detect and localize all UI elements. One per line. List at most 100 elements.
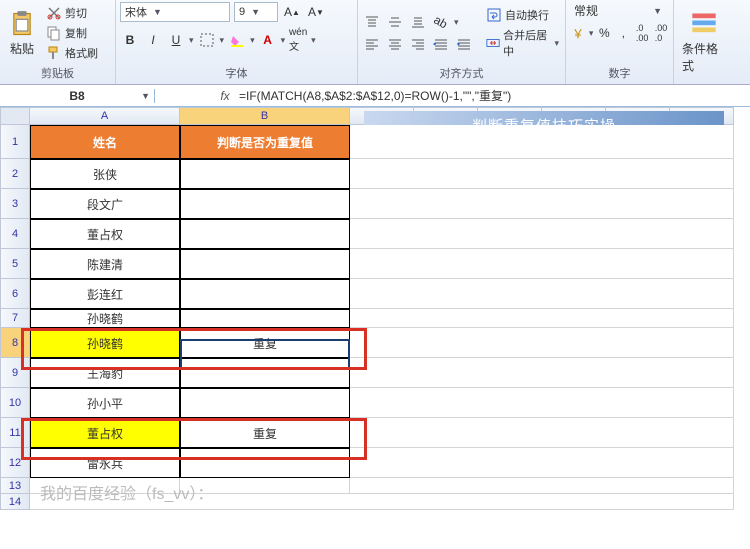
- row-header[interactable]: 5: [0, 249, 30, 279]
- cell[interactable]: [350, 358, 734, 388]
- row-header[interactable]: 14: [0, 494, 30, 510]
- cell-selected[interactable]: 重复: [180, 328, 350, 358]
- cell[interactable]: 彭连红: [30, 279, 180, 309]
- inc-decimal-button[interactable]: .0.00: [634, 23, 650, 43]
- cell[interactable]: 重复: [180, 418, 350, 448]
- cell[interactable]: 孙晓鹤: [30, 328, 180, 358]
- accounting-button[interactable]: ￥: [570, 23, 586, 43]
- align-right-button[interactable]: [408, 34, 428, 54]
- align-group-label: 对齐方式: [362, 64, 561, 82]
- row-header[interactable]: 8: [0, 328, 30, 358]
- bold-button[interactable]: B: [120, 30, 140, 50]
- align-bottom-button[interactable]: [408, 12, 428, 32]
- align-top-button[interactable]: [362, 12, 382, 32]
- format-painter-button[interactable]: 格式刷: [44, 44, 100, 62]
- row-header[interactable]: 2: [0, 159, 30, 189]
- cell[interactable]: [180, 448, 350, 478]
- cell[interactable]: [180, 279, 350, 309]
- row-header[interactable]: 11: [0, 418, 30, 448]
- fill-color-button[interactable]: [227, 30, 247, 50]
- row-header[interactable]: 7: [0, 309, 30, 328]
- cell[interactable]: [180, 358, 350, 388]
- cell[interactable]: [180, 388, 350, 418]
- conditional-format-button[interactable]: 条件格式: [678, 8, 730, 76]
- cell[interactable]: [180, 249, 350, 279]
- cell[interactable]: 雷永兵: [30, 448, 180, 478]
- row-header[interactable]: 1: [0, 125, 30, 159]
- cell[interactable]: [350, 418, 734, 448]
- underline-button[interactable]: U: [166, 30, 186, 50]
- font-group-label: 字体: [120, 64, 353, 82]
- name-box[interactable]: B8▼: [0, 89, 155, 103]
- cell[interactable]: [350, 328, 734, 358]
- cell[interactable]: [350, 309, 734, 328]
- row-header[interactable]: 4: [0, 219, 30, 249]
- select-all-corner[interactable]: [0, 107, 30, 125]
- ribbon: 粘贴 剪切 复制 格式刷 剪贴板 宋体▼ 9▼ A▲ A▼ B I U ▾ ▾: [0, 0, 750, 85]
- cond-format-label: 条件格式: [682, 40, 726, 74]
- cell[interactable]: 孙晓鹤: [30, 309, 180, 328]
- row-header[interactable]: 6: [0, 279, 30, 309]
- header-name[interactable]: 姓名: [30, 125, 180, 159]
- number-format-select[interactable]: 常规▼: [570, 2, 666, 19]
- orientation-button[interactable]: ab: [431, 12, 451, 32]
- col-header-b[interactable]: B: [180, 107, 350, 125]
- number-group-label: 数字: [570, 64, 669, 82]
- cell[interactable]: 王海豹: [30, 358, 180, 388]
- indent-inc-button[interactable]: [454, 34, 474, 54]
- cell[interactable]: [350, 478, 734, 494]
- row-header[interactable]: 9: [0, 358, 30, 388]
- cell[interactable]: 董占权: [30, 219, 180, 249]
- cell[interactable]: [350, 125, 734, 159]
- row-header[interactable]: 12: [0, 448, 30, 478]
- cell[interactable]: [180, 219, 350, 249]
- cell[interactable]: [350, 388, 734, 418]
- paste-button[interactable]: 粘贴: [4, 8, 40, 59]
- align-left-button[interactable]: [362, 34, 382, 54]
- percent-button[interactable]: %: [596, 23, 612, 43]
- shrink-font-button[interactable]: A▼: [306, 2, 326, 22]
- fx-icon[interactable]: fx: [215, 89, 235, 103]
- watermark: 我的百度经验（fs_vv）：: [40, 480, 213, 504]
- cut-button[interactable]: 剪切: [44, 4, 100, 22]
- row-header[interactable]: 3: [0, 189, 30, 219]
- comma-button[interactable]: ,: [615, 23, 631, 43]
- copy-button[interactable]: 复制: [44, 24, 100, 42]
- cell[interactable]: 陈建清: [30, 249, 180, 279]
- cell[interactable]: [180, 189, 350, 219]
- border-button[interactable]: [197, 30, 217, 50]
- cell[interactable]: [350, 448, 734, 478]
- header-dup[interactable]: 判断是否为重复值: [180, 125, 350, 159]
- cell[interactable]: [350, 219, 734, 249]
- font-color-button[interactable]: A: [258, 30, 278, 50]
- merge-center-button[interactable]: 合并后居中▾: [484, 26, 561, 60]
- formula-input[interactable]: =IF(MATCH(A8,$A$2:$A$12,0)=ROW()-1,"","重…: [235, 87, 750, 104]
- phonetic-button[interactable]: wén文: [288, 30, 308, 50]
- align-middle-button[interactable]: [385, 12, 405, 32]
- dec-decimal-button[interactable]: .00.0: [653, 23, 669, 43]
- font-name-select[interactable]: 宋体▼: [120, 2, 230, 22]
- clipboard-group-label: 剪贴板: [4, 64, 111, 82]
- indent-dec-button[interactable]: [431, 34, 451, 54]
- cell[interactable]: [180, 309, 350, 328]
- paste-label: 粘贴: [10, 40, 34, 57]
- cell[interactable]: [350, 279, 734, 309]
- cell[interactable]: [350, 249, 734, 279]
- row-header[interactable]: 13: [0, 478, 30, 494]
- cell[interactable]: 孙小平: [30, 388, 180, 418]
- row-header[interactable]: 10: [0, 388, 30, 418]
- cell[interactable]: 张侠: [30, 159, 180, 189]
- align-center-button[interactable]: [385, 34, 405, 54]
- worksheet: A B C D E F G H 判断重复值技巧实操 1 姓名 判断是否为重复值 …: [0, 107, 750, 510]
- cell[interactable]: 董占权: [30, 418, 180, 448]
- cell[interactable]: [350, 159, 734, 189]
- cell[interactable]: [350, 189, 734, 219]
- cell[interactable]: [180, 159, 350, 189]
- cell[interactable]: 段文广: [30, 189, 180, 219]
- grow-font-button[interactable]: A▲: [282, 2, 302, 22]
- font-size-select[interactable]: 9▼: [234, 2, 278, 22]
- italic-button[interactable]: I: [143, 30, 163, 50]
- wrap-text-button[interactable]: 自动换行: [484, 6, 561, 24]
- formula-bar: B8▼ fx =IF(MATCH(A8,$A$2:$A$12,0)=ROW()-…: [0, 85, 750, 107]
- col-header-a[interactable]: A: [30, 107, 180, 125]
